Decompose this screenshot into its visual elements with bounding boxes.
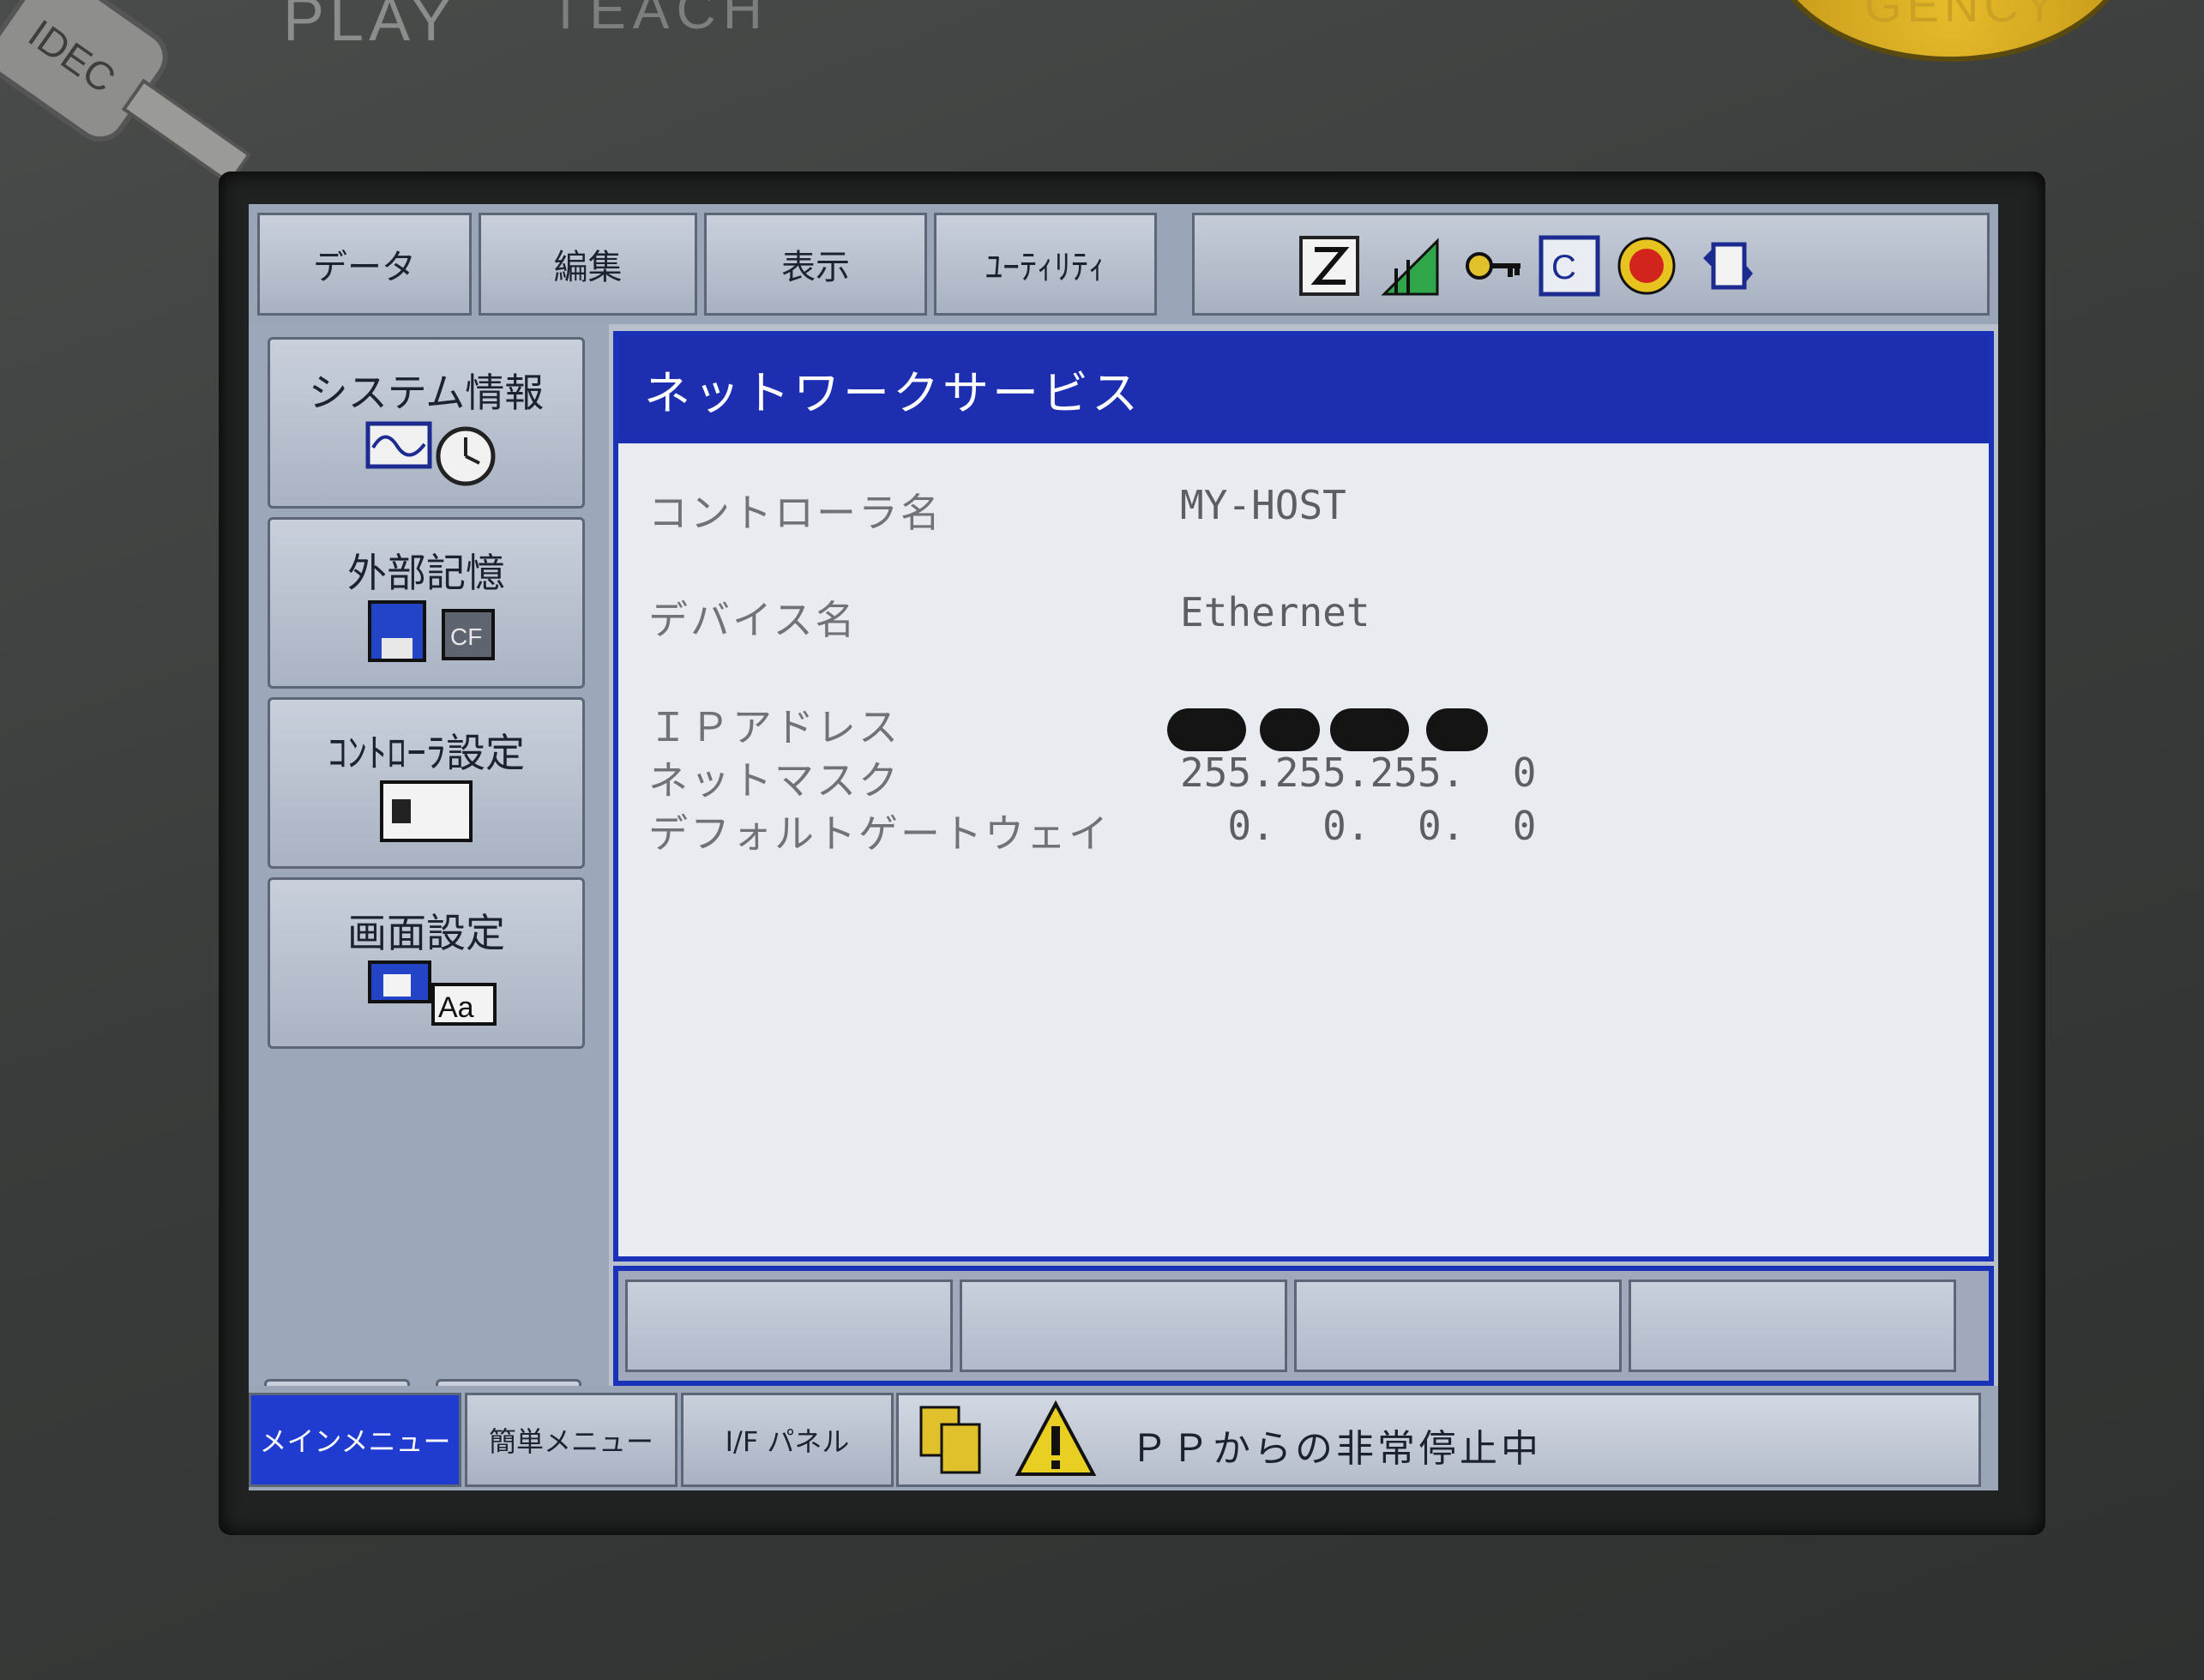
window-title-bar: ネットワークサービス xyxy=(618,336,1989,443)
menu-tab-edit[interactable]: 編集 xyxy=(479,213,697,316)
redaction-mark xyxy=(1167,708,1246,751)
cycle-mode-icon: C xyxy=(1539,235,1600,297)
speed-level-icon xyxy=(1381,238,1439,296)
menu-tab-utility[interactable]: ﾕｰﾃｨﾘﾃｨ xyxy=(934,213,1157,316)
side-menu-external-memory[interactable]: 外部記憶 CF xyxy=(268,517,585,689)
redaction-mark xyxy=(1260,708,1320,751)
field-label-netmask: ネットマスク xyxy=(648,757,900,804)
controller-icon xyxy=(380,780,473,842)
bottom-status-bar: メインメニュー 簡単メニュー I/F パネル ＰＰからの非常停止中 xyxy=(249,1386,1998,1490)
window-title: ネットワークサービス xyxy=(644,366,1141,420)
field-value-controller-name: MY-HOST xyxy=(1180,482,1346,528)
svg-text:C: C xyxy=(1551,249,1576,286)
message-bar: ＰＰからの非常停止中 xyxy=(896,1393,1981,1487)
multi-window-icon xyxy=(919,1406,981,1474)
function-key-4[interactable] xyxy=(1629,1280,1956,1372)
side-menu-label: 画面設定 xyxy=(347,910,505,956)
status-icon-strip: C xyxy=(1192,213,1990,316)
system-info-icon xyxy=(365,421,496,486)
svg-text:CF: CF xyxy=(450,623,482,650)
side-menu-label: 外部記憶 xyxy=(347,550,505,596)
tab-main-menu[interactable]: メインメニュー xyxy=(249,1393,461,1487)
play-label: PLAY xyxy=(283,0,457,54)
side-menu: システム情報 外部記憶 CF ｺﾝﾄﾛｰﾗ設定 画面設定 Aa xyxy=(249,324,609,1486)
lcd-screen: データ 編集 表示 ﾕｰﾃｨﾘﾃｨ C システム情報 外部記憶 CF ｺﾝﾄﾛｰ… xyxy=(249,204,1998,1490)
stop-status-icon xyxy=(1617,237,1676,295)
emergency-stop-button[interactable]: GENCY xyxy=(1765,0,2135,62)
field-label-default-gateway: デフォルトゲートウェイ xyxy=(648,810,1111,857)
security-key-icon xyxy=(1466,252,1521,280)
floppy-cf-icon: CF xyxy=(368,600,495,662)
side-menu-controller-settings[interactable]: ｺﾝﾄﾛｰﾗ設定 xyxy=(268,697,585,869)
field-label-ip-address: ＩＰアドレス xyxy=(648,704,900,750)
function-key-2[interactable] xyxy=(960,1280,1287,1372)
teach-label: TEACH xyxy=(549,0,769,40)
tab-if-panel[interactable]: I/F パネル xyxy=(681,1393,894,1487)
warning-icon xyxy=(1015,1400,1097,1476)
top-menu-bar: データ 編集 表示 ﾕｰﾃｨﾘﾃｨ C xyxy=(249,204,1998,324)
estop-label: GENCY xyxy=(1864,0,2062,32)
status-message: ＰＰからの非常停止中 xyxy=(1130,1427,1542,1471)
display-font-icon: Aa xyxy=(368,960,497,1026)
network-service-window: ネットワークサービス コントローラ名 MY-HOST デバイス名 Etherne… xyxy=(613,331,1994,1262)
field-label-controller-name: コントローラ名 xyxy=(648,490,942,536)
side-menu-label: ｺﾝﾄﾛｰﾗ設定 xyxy=(328,730,525,776)
sync-icon xyxy=(1703,242,1753,290)
redaction-mark xyxy=(1330,708,1409,751)
svg-text:Aa: Aa xyxy=(438,991,474,1024)
menu-tab-display[interactable]: 表示 xyxy=(704,213,927,316)
tab-simple-menu[interactable]: 簡単メニュー xyxy=(465,1393,677,1487)
field-value-device-name: Ethernet xyxy=(1180,589,1370,635)
redaction-mark xyxy=(1426,708,1488,751)
coordinate-icon xyxy=(1299,236,1359,296)
field-value-default-gateway: 0. 0. 0. 0 xyxy=(1180,803,1537,849)
field-label-device-name: デバイス名 xyxy=(648,597,858,643)
side-menu-system-info[interactable]: システム情報 xyxy=(268,337,585,509)
menu-tab-data[interactable]: データ xyxy=(257,213,472,316)
function-key-1[interactable] xyxy=(625,1280,953,1372)
side-menu-display-settings[interactable]: 画面設定 Aa xyxy=(268,877,585,1049)
side-menu-label: システム情報 xyxy=(308,370,545,416)
field-value-netmask: 255.255.255. 0 xyxy=(1180,750,1537,796)
function-key-3[interactable] xyxy=(1294,1280,1622,1372)
function-key-row xyxy=(613,1266,1994,1386)
